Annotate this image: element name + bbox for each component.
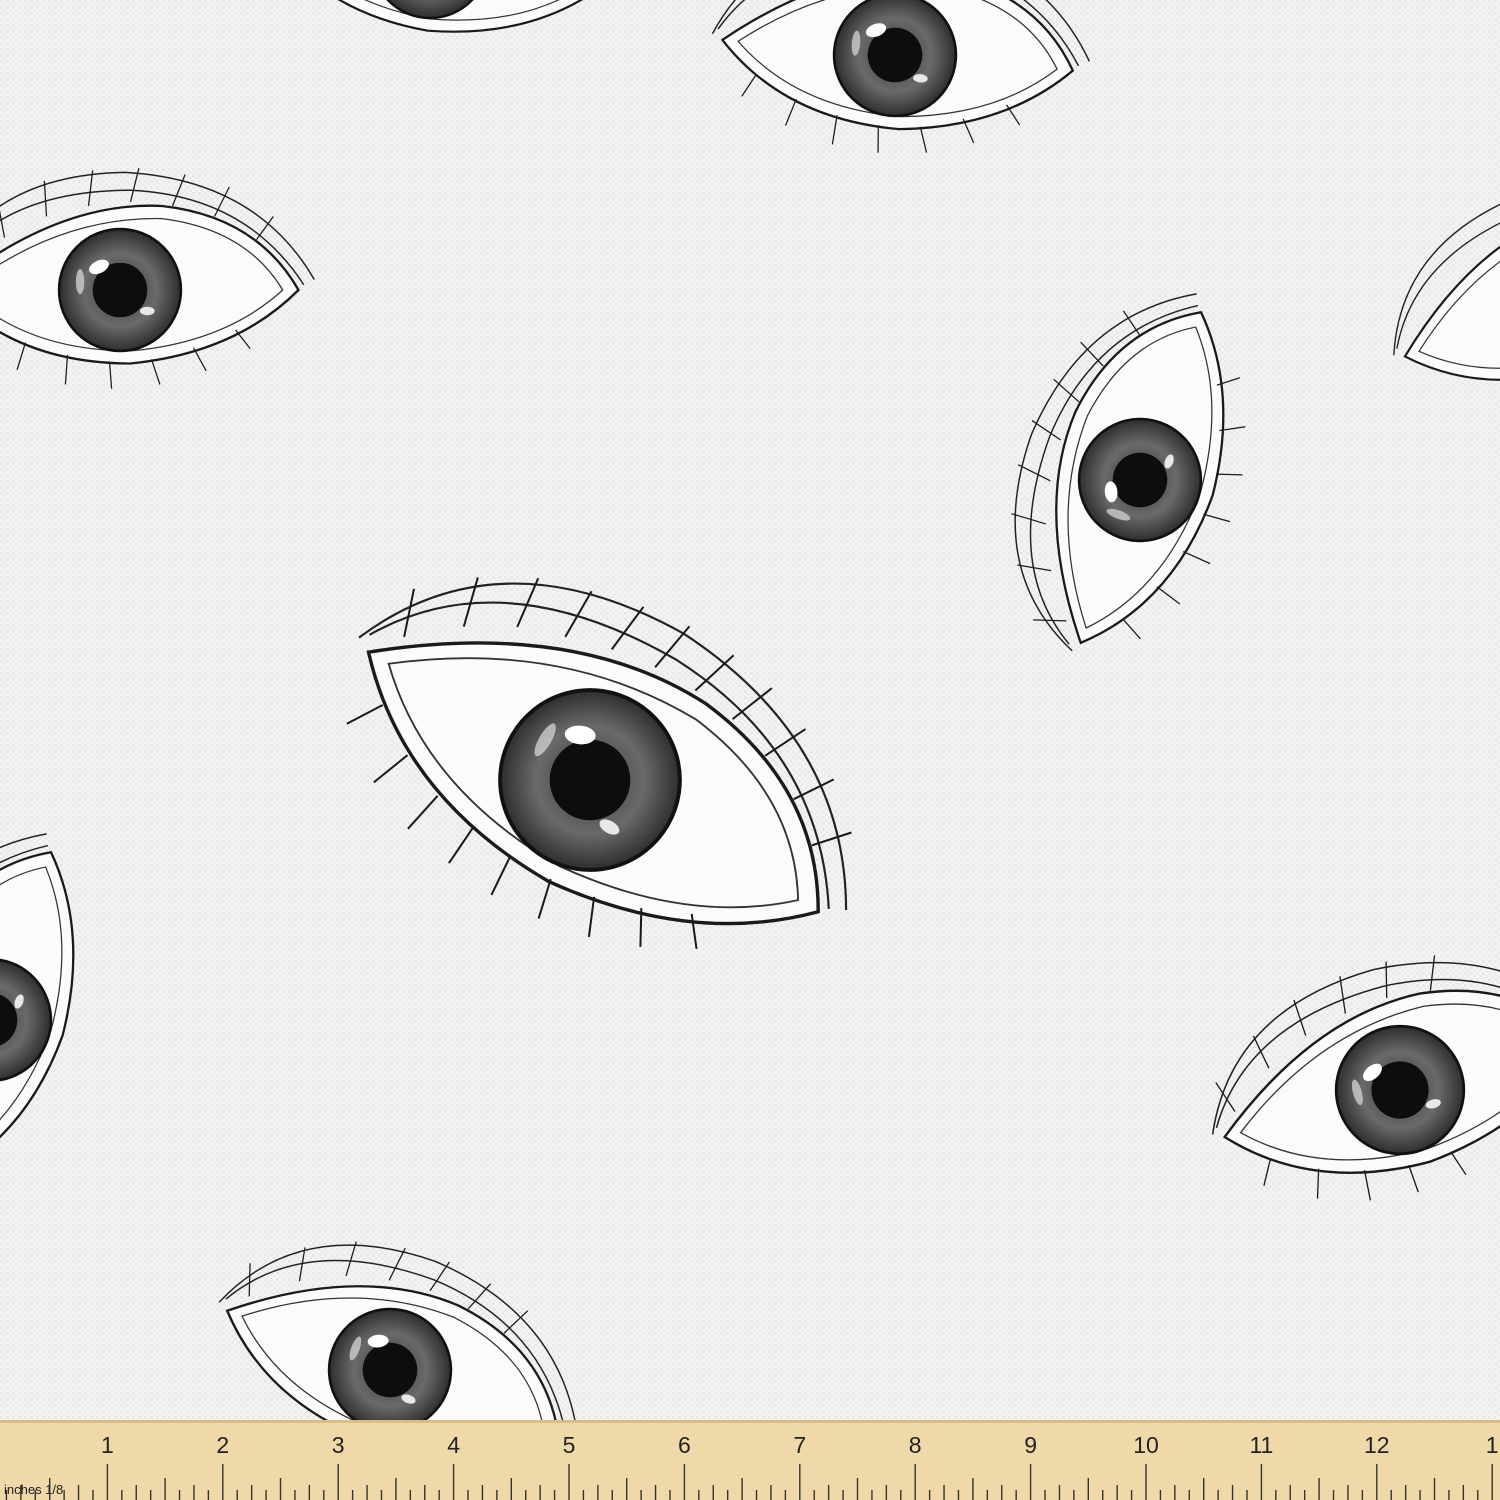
ruler-number: 11: [1249, 1432, 1273, 1458]
ruler-number: 1: [1486, 1432, 1499, 1458]
measuring-ruler: 1 2 3 4 5 6 7 8 9 10 11 12 1 inches 1/8: [0, 1420, 1500, 1500]
ruler-number: 3: [332, 1432, 345, 1458]
ruler-unit-label: inches 1/8: [4, 1482, 63, 1497]
ruler-number: 8: [909, 1432, 922, 1458]
ruler-number: 9: [1024, 1432, 1037, 1458]
ruler-number: 5: [563, 1432, 576, 1458]
ruler-number: 10: [1133, 1432, 1159, 1458]
ruler-number: 12: [1364, 1432, 1390, 1458]
ruler-number: 7: [793, 1432, 806, 1458]
eye-pattern-fabric: [0, 0, 1500, 1500]
ruler-number: 6: [678, 1432, 691, 1458]
ruler-number: 1: [101, 1432, 114, 1458]
ruler-number: 4: [447, 1432, 460, 1458]
ruler-number: 2: [216, 1432, 229, 1458]
